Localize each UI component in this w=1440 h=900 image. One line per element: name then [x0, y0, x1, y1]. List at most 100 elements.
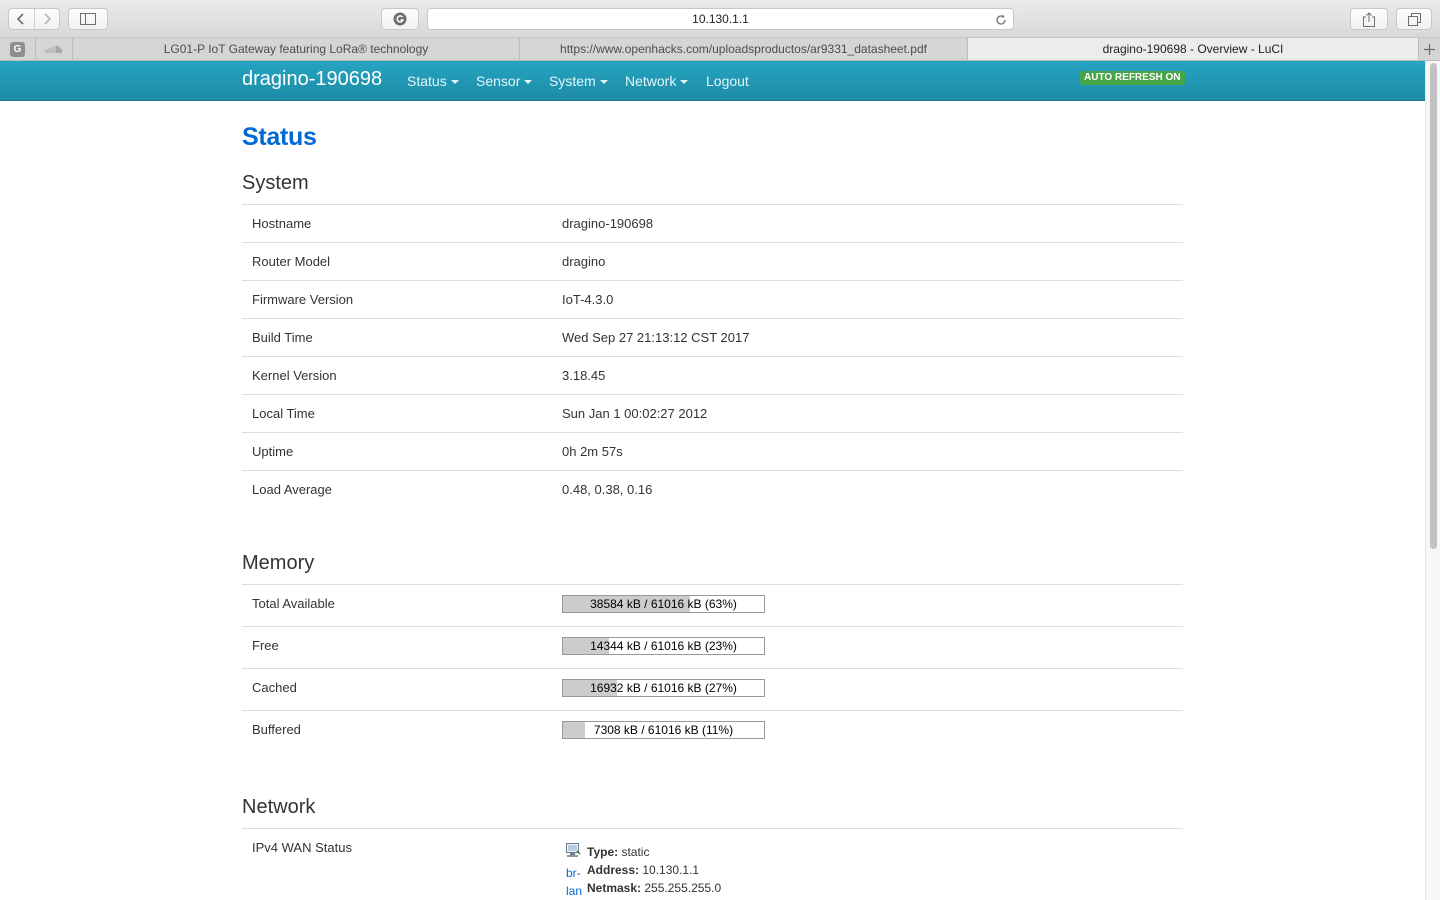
wan-details: Type: static Address: 10.130.1.1 Netmask…: [587, 843, 721, 897]
wan-type-key: Type:: [587, 845, 619, 859]
wan-address-value: 10.130.1.1: [642, 863, 700, 877]
menu-status[interactable]: Status: [407, 73, 459, 89]
menu-sensor-label: Sensor: [476, 73, 521, 89]
page-scrollbar[interactable]: [1425, 61, 1440, 900]
pinned-tab-google[interactable]: G: [0, 38, 36, 60]
wan-status-label: IPv4 WAN Status: [252, 840, 352, 855]
address-text: 10.130.1.1: [692, 12, 749, 26]
history-nav: [8, 8, 60, 30]
wan-address: Address: 10.130.1.1: [587, 861, 721, 879]
caret-down-icon: [450, 80, 459, 85]
row-label: Kernel Version: [252, 368, 337, 383]
row-value: 0.48, 0.38, 0.16: [562, 482, 653, 497]
back-button[interactable]: [9, 9, 34, 29]
reload-button[interactable]: [995, 12, 1007, 32]
table-row: Hostname dragino-190698: [242, 205, 1183, 243]
show-tabs-button[interactable]: [1396, 8, 1432, 30]
row-value: Wed Sep 27 21:13:12 CST 2017: [562, 330, 750, 345]
wan-type-value: static: [621, 845, 650, 859]
wan-netmask: Netmask: 255.255.255.0: [587, 879, 721, 897]
row-label: Hostname: [252, 216, 312, 231]
address-bar[interactable]: 10.130.1.1: [427, 8, 1014, 30]
menu-network-label: Network: [625, 73, 677, 89]
system-heading: System: [242, 172, 309, 194]
scrollbar-thumb[interactable]: [1430, 63, 1437, 549]
row-value: IoT-4.3.0: [562, 292, 614, 307]
progress-bar: 16932 kB / 61016 kB (27%): [562, 679, 765, 697]
wan-device-name-top: br-: [566, 866, 581, 880]
progress-text: 7308 kB / 61016 kB (11%): [593, 723, 734, 737]
system-table: Hostname dragino-190698 Router Model dragi…: [242, 204, 1183, 509]
brand-link[interactable]: dragino-190698: [242, 68, 382, 91]
network-interface-icon: [566, 843, 581, 857]
menu-status-label: Status: [407, 73, 447, 89]
menu-logout[interactable]: Logout: [706, 73, 749, 89]
share-icon: [1363, 11, 1375, 27]
new-tab-button[interactable]: [1419, 38, 1440, 60]
row-value: Sun Jan 1 00:02:27 2012: [562, 406, 708, 421]
row-label: Total Available: [252, 596, 335, 611]
table-row: Build Time Wed Sep 27 21:13:12 CST 2017: [242, 319, 1183, 357]
tab-lg01[interactable]: LG01-P IoT Gateway featuring LoRa® techn…: [73, 38, 520, 60]
chevron-right-icon: [44, 13, 52, 25]
row-label: Build Time: [252, 330, 313, 345]
progress-text: 14344 kB / 61016 kB (23%): [590, 639, 737, 653]
row-label: Router Model: [252, 254, 331, 269]
menu-system[interactable]: System: [549, 73, 608, 89]
caret-down-icon: [599, 80, 608, 85]
table-row: Local Time Sun Jan 1 00:02:27 2012: [242, 395, 1183, 433]
chevron-left-icon: [17, 13, 25, 25]
grammarly-icon: [393, 12, 407, 26]
table-row: Router Model dragino: [242, 243, 1183, 281]
row-value: 0h 2m 57s: [562, 444, 623, 459]
forward-button[interactable]: [33, 9, 59, 29]
caret-down-icon: [680, 80, 689, 85]
network-table: IPv4 WAN Status br-lan Type: static Addr…: [242, 828, 1183, 900]
browser-toolbar: 10.130.1.1: [0, 0, 1440, 38]
menu-sensor[interactable]: Sensor: [476, 73, 533, 89]
network-heading: Network: [242, 796, 316, 818]
row-label: Load Average: [252, 482, 332, 497]
tab-luci-overview[interactable]: dragino-190698 - Overview - LuCI: [968, 38, 1419, 60]
tab-bar: G LG01-P IoT Gateway featuring LoRa® tec…: [0, 38, 1440, 61]
share-button[interactable]: [1350, 8, 1388, 30]
table-row: Uptime 0h 2m 57s: [242, 433, 1183, 471]
wan-netmask-value: 255.255.255.0: [644, 881, 722, 895]
tabs-overview-icon: [1407, 12, 1421, 26]
wan-address-key: Address:: [587, 863, 640, 877]
wan-type: Type: static: [587, 843, 721, 861]
pinned-tab-soundcloud[interactable]: [36, 38, 73, 60]
table-row: Load Average 0.48, 0.38, 0.16: [242, 471, 1183, 509]
wan-device-link[interactable]: br-lan: [566, 864, 582, 900]
row-label: Firmware Version: [252, 292, 354, 307]
progress-bar: 14344 kB / 61016 kB (23%): [562, 637, 765, 655]
table-row: Buffered 7308 kB / 61016 kB (11%): [242, 711, 1183, 753]
table-row: Firmware Version IoT-4.3.0: [242, 281, 1183, 319]
progress-bar: 7308 kB / 61016 kB (11%): [562, 721, 765, 739]
wan-netmask-key: Netmask:: [587, 881, 642, 895]
progress-text: 38584 kB / 61016 kB (63%): [590, 597, 737, 611]
table-row: IPv4 WAN Status br-lan Type: static Addr…: [242, 829, 1183, 900]
sidebar-icon: [80, 13, 96, 25]
extension-button[interactable]: [381, 8, 419, 30]
memory-table: Total Available 38584 kB / 61016 kB (63%…: [242, 584, 1183, 753]
row-label: Buffered: [252, 722, 301, 737]
menu-system-label: System: [549, 73, 596, 89]
wan-device-name-bottom: lan: [566, 884, 583, 898]
auto-refresh-toggle[interactable]: AUTO REFRESH ON: [1080, 71, 1185, 85]
tab-datasheet[interactable]: https://www.openhacks.com/uploadsproduct…: [520, 38, 968, 60]
progress-bar: 38584 kB / 61016 kB (63%): [562, 595, 765, 613]
table-row: Cached 16932 kB / 61016 kB (27%): [242, 669, 1183, 711]
memory-heading: Memory: [242, 552, 315, 574]
row-label: Uptime: [252, 444, 294, 459]
luci-navbar: dragino-190698 Status Sensor System Netw…: [0, 61, 1425, 101]
reload-icon: [996, 14, 1006, 25]
menu-network[interactable]: Network: [625, 73, 689, 89]
row-label: Cached: [252, 680, 297, 695]
row-value: dragino: [562, 254, 606, 269]
row-label: Free: [252, 638, 279, 653]
caret-down-icon: [524, 80, 533, 85]
soundcloud-icon: [45, 45, 63, 53]
sidebar-toggle-button[interactable]: [68, 8, 108, 30]
row-label: Local Time: [252, 406, 315, 421]
